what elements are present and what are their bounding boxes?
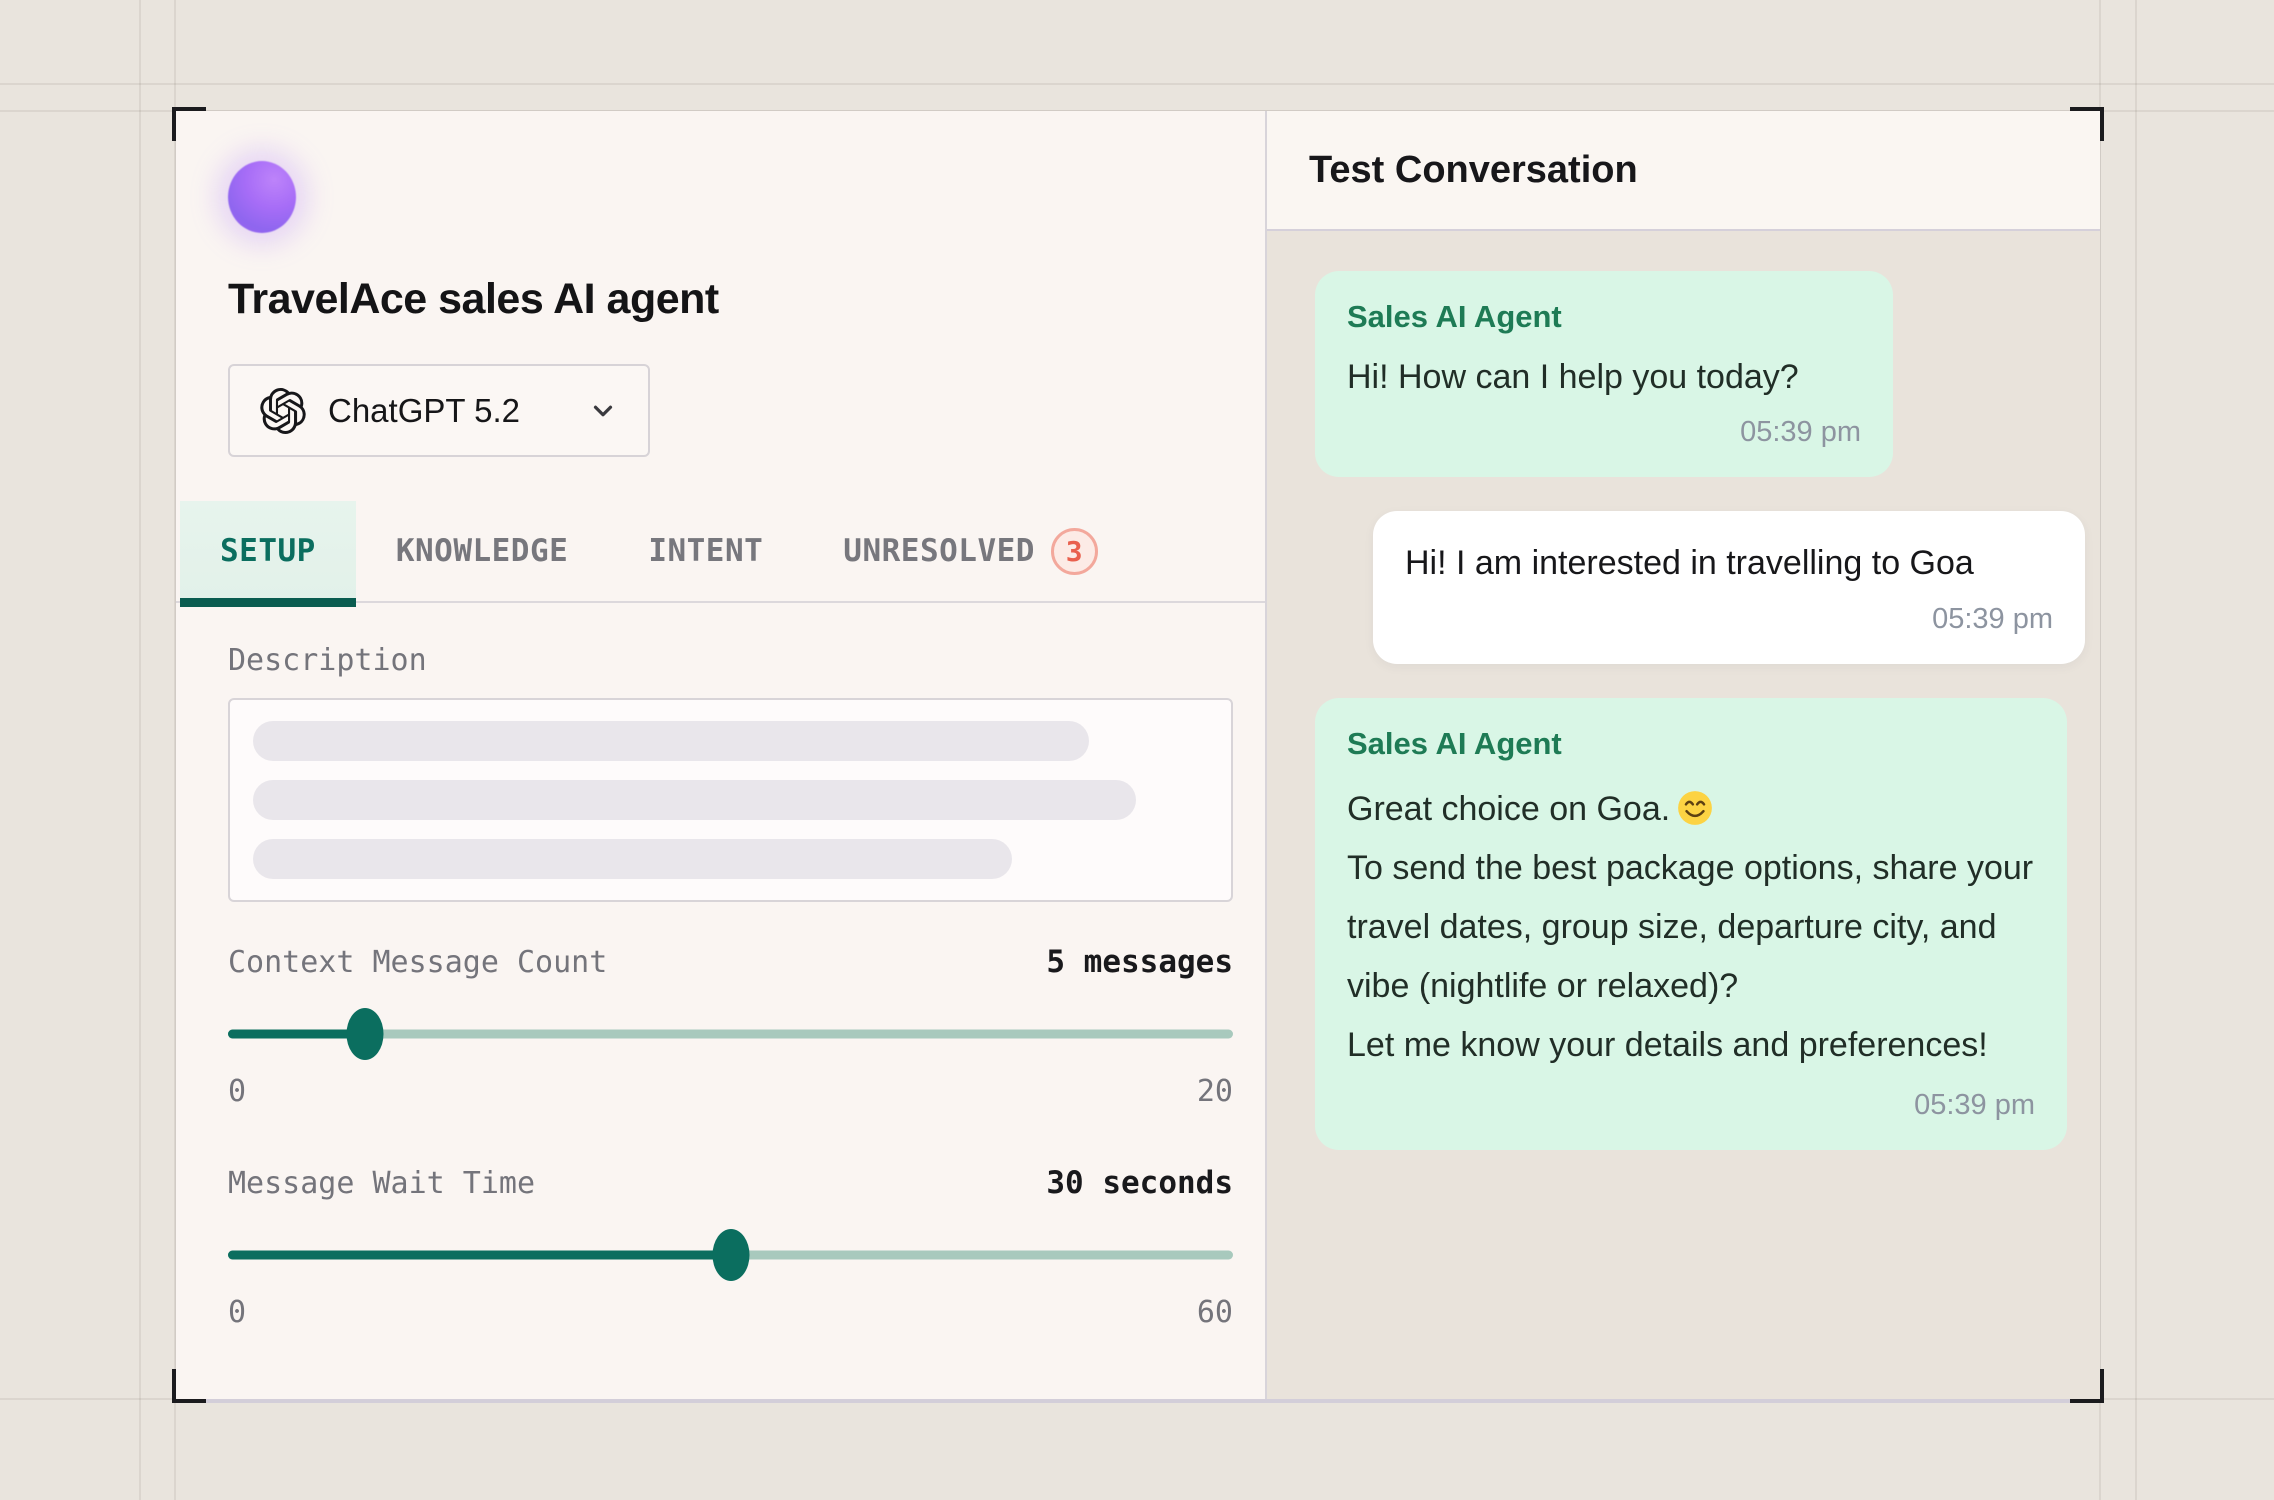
description-input[interactable] [228,698,1233,902]
tab-bar: SETUP KNOWLEDGE INTENT UNRESOLVED 3 [176,501,1265,603]
message-sender: Sales AI Agent [1347,299,1861,335]
selection-corner-mark [2070,1369,2104,1403]
agent-message: Sales AI Agent Great choice on Goa. To s… [1315,698,2067,1151]
canvas-guide-line [139,0,141,1500]
tab-knowledge[interactable]: KNOWLEDGE [356,501,608,601]
context-message-count-group: Context Message Count 5 messages 0 20 [228,902,1233,1109]
tab-unresolved[interactable]: UNRESOLVED 3 [803,501,1138,601]
message-text: To send the best package options, share … [1347,839,2035,1016]
tab-label: SETUP [220,533,316,569]
message-wait-time-group: Message Wait Time 30 seconds 0 60 [228,1109,1233,1330]
skeleton-line [253,721,1089,761]
slider-thumb[interactable] [346,1008,383,1060]
slider-min-label: 0 [228,1295,246,1330]
slider-max-label: 20 [1197,1074,1233,1109]
context-message-count-slider[interactable] [228,1008,1233,1060]
setup-tab-content: Description Context Message Count 5 mess… [228,603,1233,1330]
context-message-count-value: 5 messages [1046,944,1233,980]
slider-max-label: 60 [1197,1295,1233,1330]
tab-label: UNRESOLVED [843,533,1035,569]
skeleton-line [253,780,1136,820]
agent-builder-window: TravelAce sales AI agent ChatGPT 5.2 SET… [176,111,2100,1399]
chat-header: Test Conversation [1267,111,2100,231]
user-message: Hi! I am interested in travelling to Goa… [1373,511,2085,663]
agent-message: Sales AI Agent Hi! How can I help you to… [1315,271,1893,477]
agent-avatar [228,161,296,233]
message-wait-time-value: 30 seconds [1046,1165,1233,1201]
slider-thumb[interactable] [712,1229,749,1281]
unresolved-count-badge: 3 [1051,528,1098,575]
tab-label: INTENT [648,533,763,569]
message-text: Great choice on Goa. [1347,780,2035,839]
message-text: Hi! How can I help you today? [1347,353,1861,402]
chat-header-title: Test Conversation [1309,149,1638,192]
canvas-guide-line [0,83,2274,85]
canvas-guide-line [2135,0,2137,1500]
slider-fill [228,1030,365,1039]
message-timestamp: 05:39 pm [1405,603,2053,636]
message-wait-time-slider[interactable] [228,1229,1233,1281]
description-label: Description [228,643,1233,678]
tab-intent[interactable]: INTENT [608,501,803,601]
message-timestamp: 05:39 pm [1347,416,1861,449]
message-timestamp: 05:39 pm [1347,1089,2035,1122]
openai-logo-icon [260,388,306,434]
smiling-emoji-icon [1676,789,1714,827]
context-message-count-label: Context Message Count [228,945,607,980]
tab-setup[interactable]: SETUP [180,501,356,601]
chevron-down-icon [588,396,618,426]
test-conversation-panel: Test Conversation Sales AI Agent Hi! How… [1265,111,2100,1399]
message-text: Let me know your details and preferences… [1347,1016,2035,1075]
agent-title: TravelAce sales AI agent [228,275,1233,324]
message-text: Hi! I am interested in travelling to Goa [1405,539,2053,588]
selection-corner-mark [172,107,206,141]
model-selector[interactable]: ChatGPT 5.2 [228,364,650,457]
slider-min-label: 0 [228,1074,246,1109]
slider-fill [228,1251,731,1260]
model-selector-label: ChatGPT 5.2 [328,392,520,430]
tab-label: KNOWLEDGE [396,533,568,569]
chat-body: Sales AI Agent Hi! How can I help you to… [1267,231,2100,1399]
message-wait-time-label: Message Wait Time [228,1166,535,1201]
selection-corner-mark [2070,107,2104,141]
agent-settings-panel: TravelAce sales AI agent ChatGPT 5.2 SET… [176,111,1265,1399]
skeleton-line [253,839,1012,879]
selection-corner-mark [172,1369,206,1403]
message-sender: Sales AI Agent [1347,726,2035,762]
